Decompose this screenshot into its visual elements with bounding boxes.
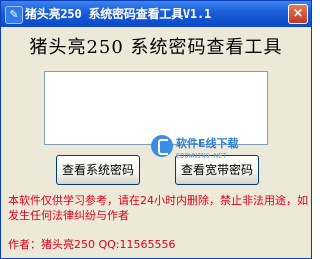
password-output-box[interactable] — [44, 71, 268, 145]
watermark: 软件E线下载 EDOWNING.NET — [151, 135, 271, 169]
title-bar[interactable]: ✎ 猪头亮250 系统密码查看工具V1.1 × — [1, 1, 311, 27]
app-window: ✎ 猪头亮250 系统密码查看工具V1.1 × 猪头亮250 系统密码查看工具 … — [0, 0, 312, 259]
watermark-logo-icon — [151, 135, 173, 157]
window-title: 猪头亮250 系统密码查看工具V1.1 — [25, 7, 211, 21]
disclaimer-text: 本软件仅供学习参考，请在24小时内删除，禁止非法用途，如发生任何法律纠纷与作者 — [8, 194, 308, 222]
close-button[interactable]: × — [288, 4, 308, 24]
app-icon[interactable]: ✎ — [5, 6, 23, 24]
client-area: 猪头亮250 系统密码查看工具 查看系统密码 查看宽带密码 软件E线下载 EDO… — [4, 27, 308, 256]
page-title: 猪头亮250 系统密码查看工具 — [29, 37, 283, 58]
author-info: 作者：猪头亮250 QQ:11565556 — [8, 238, 176, 251]
view-system-password-button[interactable]: 查看系统密码 — [56, 155, 140, 185]
watermark-subtext: EDOWNING.NET — [176, 152, 227, 160]
watermark-text: 软件E线下载 — [176, 137, 239, 150]
